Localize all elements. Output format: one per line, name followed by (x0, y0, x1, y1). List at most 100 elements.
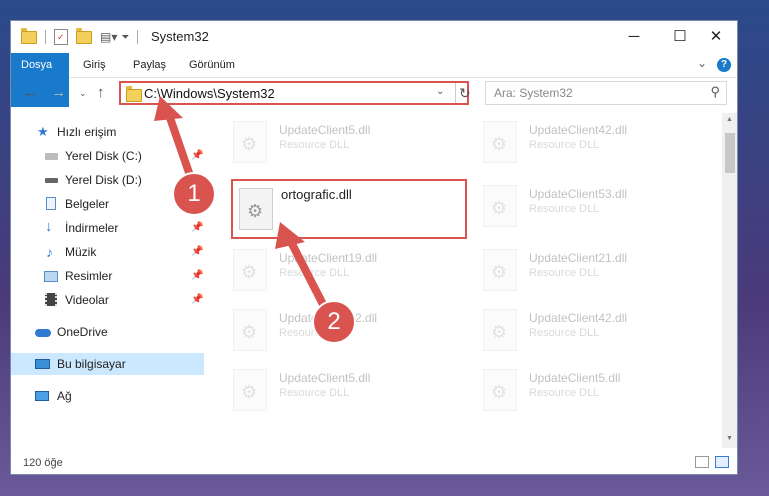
sidebar-item-label: Videolar (65, 293, 109, 307)
item-count: 120 öğe (23, 457, 63, 469)
list-item[interactable]: UpdateClient42.dll Resource DLL (471, 303, 701, 357)
folder-icon (21, 27, 37, 44)
dll-file-icon (233, 309, 267, 351)
file-type: Resource DLL (279, 139, 350, 151)
list-item[interactable]: UpdateClient21.dll Resource DLL (471, 243, 701, 297)
highlighted-file-item[interactable]: ortografic.dll (231, 179, 467, 239)
dll-file-icon (483, 185, 517, 227)
recent-locations-icon[interactable]: ⌄ (79, 88, 87, 99)
search-placeholder: Ara: System32 (494, 86, 573, 100)
scroll-up-icon[interactable]: ▲ (726, 116, 733, 123)
dll-file-icon (233, 369, 267, 411)
separator (137, 30, 139, 44)
pin-icon: 📌 (191, 222, 204, 233)
sidebar-item-label: Yerel Disk (C:) (65, 149, 142, 163)
up-arrow-icon[interactable]: ↑ (97, 84, 105, 101)
back-arrow-icon[interactable]: ← (23, 84, 38, 101)
file-explorer-window: ✓ ▤▾ ⏷ System32 ─ ☐ ✕ Dosya Giriş Paylaş… (10, 20, 738, 475)
vertical-scrollbar[interactable]: ▲ ▼ (722, 113, 737, 448)
sidebar-item-label: Yerel Disk (D:) (65, 173, 142, 187)
dll-file-icon (233, 121, 267, 163)
drive-icon (45, 153, 58, 160)
file-name: UpdateClient5.dll (279, 371, 371, 385)
dll-file-icon (239, 188, 273, 230)
pictures-icon (44, 271, 58, 282)
list-item[interactable]: UpdateClient42.dll Resource DLL (471, 115, 701, 169)
list-item[interactable]: UpdateClient19.dll Resource DLL (221, 243, 451, 297)
drive-icon (45, 178, 58, 183)
search-icon: ⚲ (710, 84, 720, 99)
file-type: Resource DLL (279, 267, 350, 279)
sidebar-item-pictures[interactable]: Resimler 📌 (11, 265, 204, 287)
customize-toolbar-icon[interactable]: ⏷ (121, 32, 129, 43)
dll-file-icon (483, 309, 517, 351)
window-title: System32 (151, 29, 209, 44)
tab-home[interactable]: Giriş (73, 53, 116, 77)
minimize-button[interactable]: ─ (611, 21, 657, 53)
sidebar-item-network[interactable]: Ağ (11, 385, 204, 407)
address-bar[interactable]: C:\Windows\System32 ⌄ ↻ (119, 81, 471, 105)
tab-share[interactable]: Paylaş (123, 53, 176, 77)
help-icon[interactable]: ? (717, 58, 731, 72)
navigation-pane: ★ Hızlı erişim Yerel Disk (C:) 📌 Yerel D… (11, 113, 206, 448)
sidebar-item-label: OneDrive (57, 325, 108, 339)
star-icon: ★ (37, 124, 49, 139)
ribbon-tabs: Dosya Giriş Paylaş Görünüm ⌄ ? (11, 53, 737, 107)
address-dropdown-icon[interactable]: ⌄ (436, 86, 444, 97)
list-item[interactable]: UpdateClient53.dll Resource DLL (471, 179, 701, 233)
sidebar-item-downloads[interactable]: ↓ İndirmeler 📌 (11, 217, 204, 239)
sidebar-item-label: Hızlı erişim (57, 125, 117, 139)
view-switcher (695, 456, 729, 468)
quick-access-toolbar: ✓ ▤▾ ⏷ (21, 27, 139, 46)
pin-icon: 📌 (191, 270, 204, 281)
step-1-badge: 1 (172, 172, 216, 216)
file-type: Resource DLL (279, 387, 350, 399)
sidebar-item-music[interactable]: ♪ Müzik 📌 (11, 241, 204, 263)
sidebar-item-label: Resimler (65, 269, 113, 283)
search-box[interactable]: Ara: System32 ⚲ (485, 81, 727, 105)
file-type: Resource DLL (529, 139, 600, 151)
sidebar-item-videos[interactable]: Videolar 📌 (11, 289, 204, 311)
file-name: UpdateClient5.dll (279, 123, 371, 137)
sidebar-item-onedrive[interactable]: OneDrive (11, 321, 204, 343)
file-type: Resource DLL (529, 327, 600, 339)
details-view-icon[interactable] (695, 456, 709, 468)
computer-icon (35, 359, 50, 369)
large-icons-view-icon[interactable] (715, 456, 729, 468)
network-icon (35, 391, 49, 401)
close-button[interactable]: ✕ (693, 21, 737, 53)
pin-icon: 📌 (191, 294, 204, 305)
dll-file-icon (483, 249, 517, 291)
scroll-down-icon[interactable]: ▼ (726, 435, 733, 442)
sidebar-item-quick-access[interactable]: ★ Hızlı erişim (11, 121, 204, 143)
sidebar-item-disk-c[interactable]: Yerel Disk (C:) 📌 (11, 145, 204, 167)
cloud-icon (35, 329, 51, 337)
file-list: UpdateClient5.dll Resource DLL ortografi… (221, 113, 721, 448)
list-item[interactable]: UpdateClient5.dll Resource DLL (221, 115, 451, 169)
sidebar-item-this-pc[interactable]: Bu bilgisayar (11, 353, 204, 375)
ribbon-expand-icon[interactable]: ⌄ (697, 56, 707, 70)
sidebar-item-label: Belgeler (65, 197, 110, 211)
file-name: ortografic.dll (281, 187, 352, 202)
properties-icon[interactable]: ✓ (54, 29, 68, 45)
sidebar-item-label: Bu bilgisayar (57, 357, 126, 371)
download-icon: ↓ (45, 218, 53, 235)
dll-file-icon (483, 121, 517, 163)
view-options-icon[interactable]: ▤▾ (100, 30, 117, 44)
list-item[interactable]: UpdateClient5.dll Resource DLL (221, 363, 451, 417)
file-type: Resource DLL (529, 267, 600, 279)
file-name: UpdateClient5.dll (529, 371, 621, 385)
pin-icon: 📌 (191, 150, 204, 161)
music-icon: ♪ (46, 244, 53, 260)
title-bar: ✓ ▤▾ ⏷ System32 ─ ☐ ✕ (11, 21, 737, 53)
list-item[interactable]: UpdateClient5.dll Resource DLL (471, 363, 701, 417)
scrollbar-thumb[interactable] (725, 133, 735, 173)
forward-arrow-icon[interactable]: → (51, 84, 66, 101)
new-folder-icon[interactable] (76, 27, 92, 44)
tab-view[interactable]: Görünüm (179, 53, 245, 77)
refresh-icon[interactable]: ↻ (455, 83, 473, 103)
separator (45, 30, 46, 44)
sidebar-item-label: Müzik (65, 245, 97, 259)
file-name: UpdateClient42.dll (529, 123, 628, 137)
video-icon (45, 293, 57, 306)
